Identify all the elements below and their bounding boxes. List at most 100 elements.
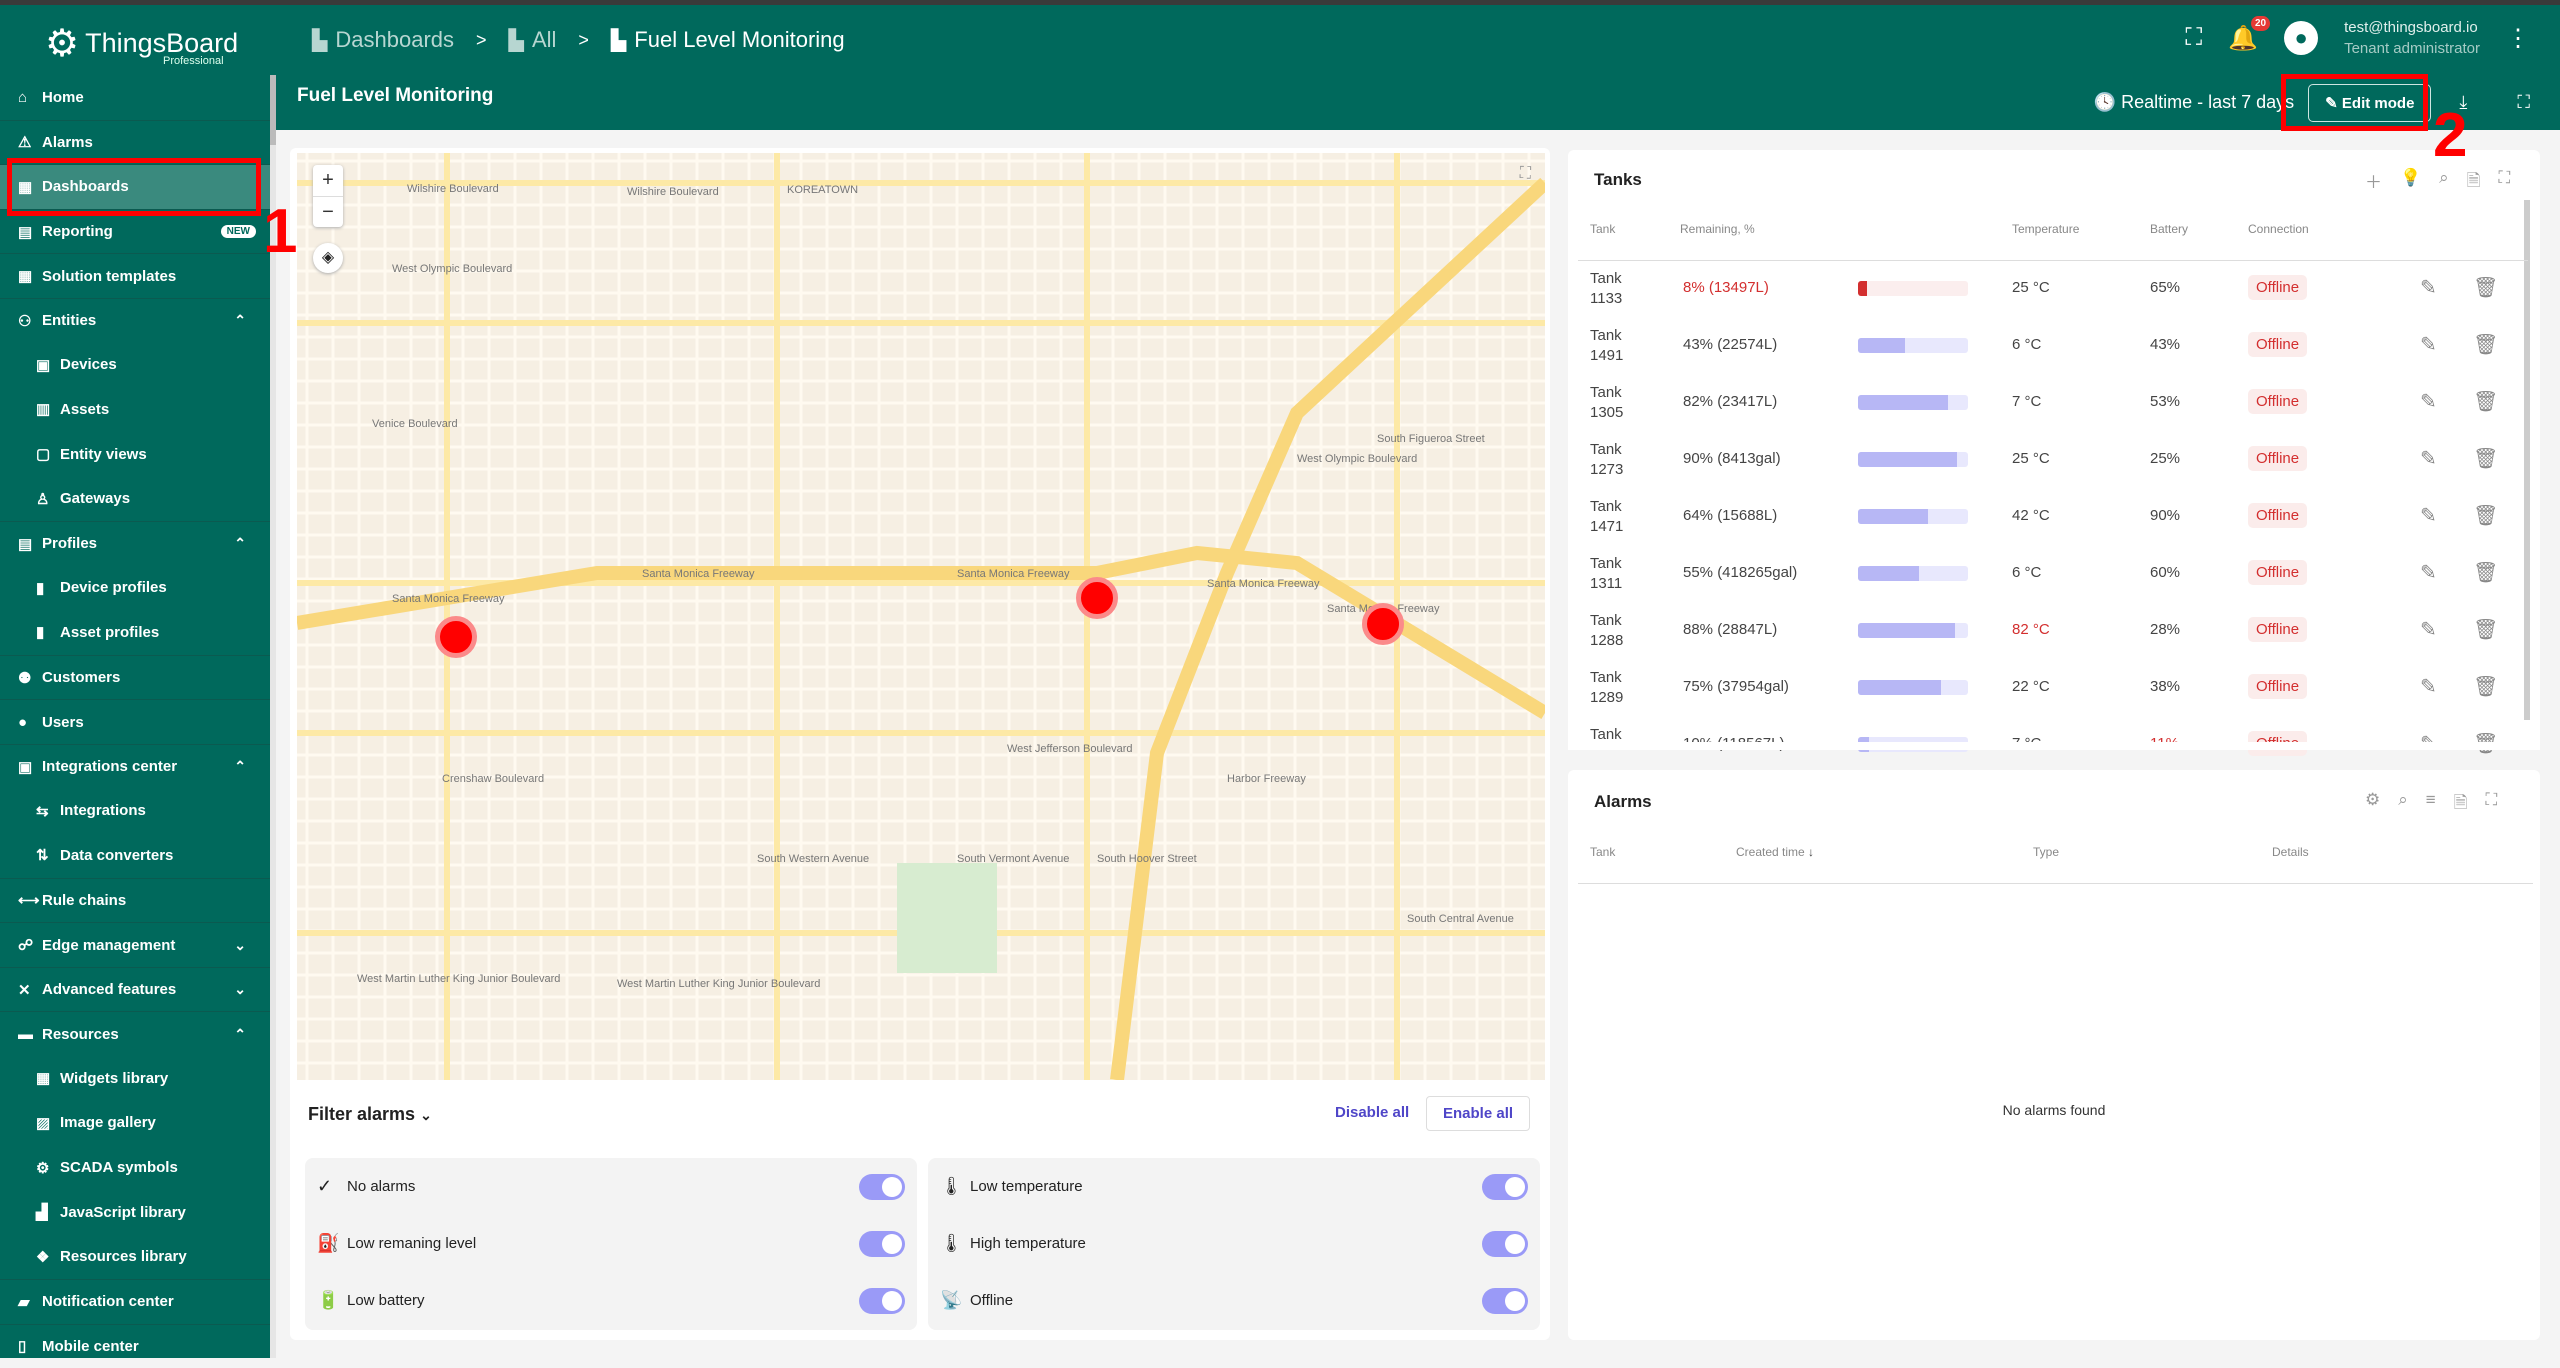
sidebar-item-scada-symbols[interactable]: ⚙ SCADA symbols: [0, 1145, 270, 1190]
delete-icon[interactable]: 🗑: [2473, 332, 2498, 357]
filter-toggle[interactable]: [1482, 1230, 1528, 1257]
filter-toggle[interactable]: [859, 1287, 905, 1314]
edit-icon[interactable]: ✎: [2420, 674, 2437, 699]
fullscreen-icon[interactable]: ⛶: [2517, 92, 2530, 113]
sidebar-scrollbar[interactable]: [270, 75, 276, 1358]
layers-button[interactable]: ◈: [313, 243, 343, 273]
chevron-icon[interactable]: ⌃: [234, 1026, 246, 1043]
delete-icon[interactable]: 🗑: [2473, 560, 2498, 585]
chevron-icon[interactable]: ⌃: [234, 312, 246, 329]
fullscreen-icon[interactable]: ⛶: [2185, 24, 2202, 52]
delete-icon[interactable]: 🗑: [2473, 503, 2498, 528]
delete-icon[interactable]: 🗑: [2473, 446, 2498, 471]
breadcrumb-dashboards[interactable]: ▙ Dashboards: [312, 27, 454, 53]
notifications-bell-icon[interactable]: 🔔 20: [2228, 15, 2271, 53]
sidebar-item-javascript-library[interactable]: ▟ JavaScript library: [0, 1190, 270, 1235]
timewindow-button[interactable]: 🕓 Realtime - last 7 days: [2094, 92, 2295, 113]
filter-toggle[interactable]: [859, 1230, 905, 1257]
export-icon[interactable]: 🗎: [2454, 790, 2468, 819]
table-row[interactable]: Tank 1288 88% (28847L) 82 °C 28% Offline ✎ 🗑: [1578, 602, 2518, 659]
sidebar-item-image-gallery[interactable]: ▨ Image gallery: [0, 1101, 270, 1146]
filter-toggle[interactable]: [859, 1173, 905, 1200]
sidebar-item-asset-profiles[interactable]: ▮ Asset profiles: [0, 610, 270, 655]
sidebar-item-customers[interactable]: ⚉ Customers: [0, 654, 270, 700]
table-row[interactable]: Tank 1311 55% (418265gal) 6 °C 60% Offline ✎ 🗑: [1578, 545, 2518, 602]
enable-all-button[interactable]: Enable all: [1426, 1096, 1531, 1131]
sidebar-item-resources-library[interactable]: ❖ Resources library: [0, 1234, 270, 1279]
disable-all-button[interactable]: Disable all: [1335, 1104, 1409, 1121]
sidebar-item-entity-views[interactable]: ▢ Entity views: [0, 432, 270, 477]
sidebar-item-entities[interactable]: ⚇ Entities ⌃: [0, 297, 270, 343]
sidebar-item-notification-center[interactable]: ▰ Notification center: [0, 1279, 270, 1324]
map-marker[interactable]: [435, 616, 477, 658]
column-header-created-time[interactable]: Created time ↓: [1736, 845, 1814, 859]
search-icon[interactable]: ⌕: [2439, 168, 2449, 197]
filter-icon[interactable]: ≡: [2426, 790, 2436, 819]
chevron-icon[interactable]: ⌄: [234, 937, 246, 954]
map-fullscreen-icon[interactable]: ⛶: [1520, 165, 1531, 183]
column-header-connection[interactable]: Connection: [2248, 222, 2309, 236]
edit-icon[interactable]: ✎: [2420, 332, 2437, 357]
fullscreen-icon[interactable]: ⛶: [2485, 790, 2497, 819]
chevron-icon[interactable]: ⌃: [234, 758, 246, 775]
chevron-icon[interactable]: ⌃: [234, 535, 246, 552]
zoom-in-button[interactable]: +: [313, 165, 343, 196]
export-icon[interactable]: 🗎: [2467, 168, 2481, 197]
sidebar-item-home[interactable]: ⌂ Home: [0, 75, 270, 120]
map-marker[interactable]: [1362, 603, 1404, 645]
column-header-remaining[interactable]: Remaining, %: [1680, 222, 1755, 236]
filter-toggle[interactable]: [1482, 1173, 1528, 1200]
edit-icon[interactable]: ✎: [2420, 560, 2437, 585]
breadcrumb-all[interactable]: ▙ All: [509, 27, 557, 53]
column-header-battery[interactable]: Battery: [2150, 222, 2188, 236]
filter-toggle[interactable]: [1482, 1287, 1528, 1314]
table-row[interactable]: Tank 1289 75% (37954gal) 22 °C 38% Offline ✎ 🗑: [1578, 659, 2518, 716]
column-header-temperature[interactable]: Temperature: [2012, 222, 2079, 236]
sidebar-item-solution-templates[interactable]: ▦ Solution templates: [0, 253, 270, 298]
edit-icon[interactable]: ✎: [2420, 389, 2437, 414]
table-scrollbar[interactable]: [2524, 200, 2530, 720]
edit-icon[interactable]: ✎: [2420, 275, 2437, 300]
sidebar-item-integrations[interactable]: ⇆ Integrations: [0, 789, 270, 834]
table-row[interactable]: Tank 1471 64% (15688L) 42 °C 90% Offline ✎ 🗑: [1578, 488, 2518, 545]
table-row[interactable]: Tank 1491 43% (22574L) 6 °C 43% Offline ✎ 🗑: [1578, 317, 2518, 374]
delete-icon[interactable]: 🗑: [2473, 617, 2498, 642]
more-vert-icon[interactable]: ⋮: [2506, 24, 2530, 53]
map[interactable]: Wilshire Boulevard Wilshire Boulevard KORE…: [297, 153, 1545, 1080]
sidebar-item-gateways[interactable]: ♙ Gateways: [0, 476, 270, 521]
search-icon[interactable]: ⌕: [2398, 790, 2408, 819]
sidebar-item-advanced-features[interactable]: ✕ Advanced features ⌄: [0, 966, 270, 1012]
sidebar-item-widgets-library[interactable]: ▦ Widgets library: [0, 1056, 270, 1101]
map-marker[interactable]: [1076, 577, 1118, 619]
avatar[interactable]: ●: [2284, 21, 2319, 55]
sidebar-item-device-profiles[interactable]: ▮ Device profiles: [0, 566, 270, 611]
table-row[interactable]: Tank 1133 8% (13497L) 25 °C 65% Offline ✎ 🗑: [1578, 260, 2518, 317]
sidebar-item-assets[interactable]: ▥ Assets: [0, 387, 270, 432]
edit-icon[interactable]: ✎: [2420, 503, 2437, 528]
column-header-tank[interactable]: Tank: [1590, 222, 1615, 236]
filter-alarms-dropdown[interactable]: Filter alarms ⌄: [308, 1104, 432, 1125]
table-row[interactable]: Tank 1305 82% (23417L) 7 °C 53% Offline ✎ 🗑: [1578, 374, 2518, 431]
sidebar-item-profiles[interactable]: ▤ Profiles ⌃: [0, 520, 270, 566]
lightbulb-icon[interactable]: 💡: [2400, 168, 2421, 197]
edit-icon[interactable]: ✎: [2420, 446, 2437, 471]
column-header-type[interactable]: Type: [2033, 845, 2059, 859]
fullscreen-icon[interactable]: ⛶: [2498, 168, 2510, 197]
user-info[interactable]: test@thingsboard.io Tenant administrator: [2344, 19, 2480, 57]
settings-icon[interactable]: ⚙: [2365, 790, 2380, 819]
sidebar-item-resources[interactable]: ▬ Resources ⌃: [0, 1011, 270, 1056]
sidebar-item-devices[interactable]: ▣ Devices: [0, 343, 270, 388]
column-header-tank[interactable]: Tank: [1590, 845, 1615, 859]
add-icon[interactable]: ＋: [2365, 168, 2382, 197]
table-row[interactable]: Tank 1273 90% (8413gal) 25 °C 25% Offline ✎ 🗑: [1578, 431, 2518, 488]
sidebar-item-rule-chains[interactable]: ⟷ Rule chains: [0, 877, 270, 923]
sidebar-item-edge-management[interactable]: ☍ Edge management ⌄: [0, 922, 270, 967]
chevron-icon[interactable]: ⌄: [234, 981, 246, 998]
edit-icon[interactable]: ✎: [2420, 617, 2437, 642]
delete-icon[interactable]: 🗑: [2473, 275, 2498, 300]
sidebar-item-mobile-center[interactable]: ▯ Mobile center: [0, 1323, 270, 1368]
sidebar-item-integrations-center[interactable]: ▣ Integrations center ⌃: [0, 743, 270, 789]
sidebar-item-users[interactable]: ● Users: [0, 699, 270, 744]
column-header-details[interactable]: Details: [2272, 845, 2309, 859]
logo[interactable]: ⚙ ThingsBoard Professional: [45, 21, 238, 67]
